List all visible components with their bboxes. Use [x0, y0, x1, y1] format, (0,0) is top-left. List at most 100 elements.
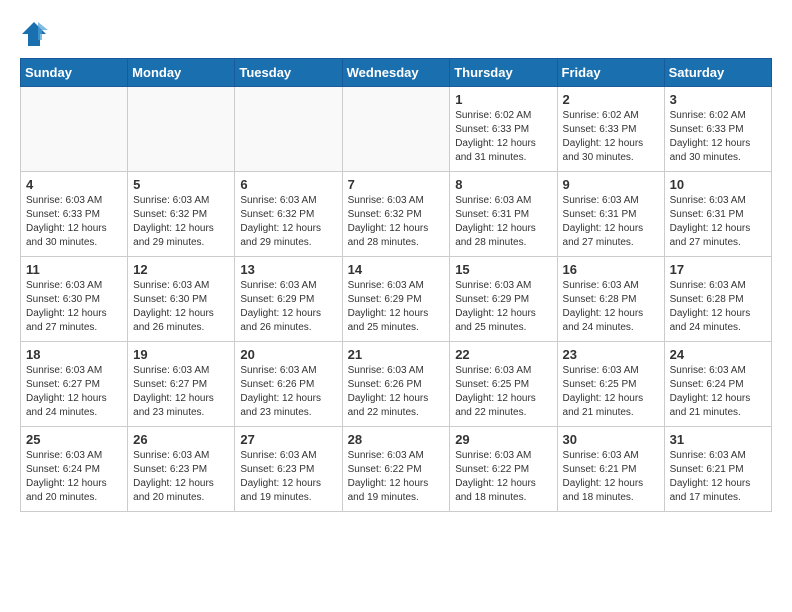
day-number: 17	[670, 262, 766, 277]
day-number: 2	[563, 92, 659, 107]
calendar-week-3: 11 Sunrise: 6:03 AM Sunset: 6:30 PM Dayli…	[21, 257, 772, 342]
calendar-weekday-monday: Monday	[128, 59, 235, 87]
calendar-cell: 23 Sunrise: 6:03 AM Sunset: 6:25 PM Dayli…	[557, 342, 664, 427]
calendar-cell	[128, 87, 235, 172]
day-info: Sunrise: 6:02 AM Sunset: 6:33 PM Dayligh…	[563, 109, 659, 165]
calendar-cell: 8 Sunrise: 6:03 AM Sunset: 6:31 PM Daylig…	[450, 172, 557, 257]
day-info: Sunrise: 6:03 AM Sunset: 6:25 PM Dayligh…	[455, 364, 551, 420]
calendar-cell: 1Sunrise: 6:02 AM Sunset: 6:33 PM Daylig…	[450, 87, 557, 172]
day-number: 19	[133, 347, 229, 362]
day-info: Sunrise: 6:03 AM Sunset: 6:30 PM Dayligh…	[26, 279, 122, 335]
day-number: 11	[26, 262, 122, 277]
day-info: Sunrise: 6:03 AM Sunset: 6:26 PM Dayligh…	[240, 364, 336, 420]
day-number: 22	[455, 347, 551, 362]
day-number: 18	[26, 347, 122, 362]
day-number: 21	[348, 347, 445, 362]
calendar-cell: 3 Sunrise: 6:02 AM Sunset: 6:33 PM Daylig…	[664, 87, 771, 172]
calendar-cell: 27 Sunrise: 6:03 AM Sunset: 6:23 PM Dayli…	[235, 427, 342, 512]
day-info: Sunrise: 6:03 AM Sunset: 6:24 PM Dayligh…	[670, 364, 766, 420]
day-info: Sunrise: 6:03 AM Sunset: 6:29 PM Dayligh…	[348, 279, 445, 335]
calendar-week-1: 1 Sunrise: 6:02 AM Sunset: 6:33 PM Daylig…	[21, 87, 772, 172]
day-number: 13	[240, 262, 336, 277]
calendar-cell: 29Sunrise: 6:03 AM Sunset: 6:22 PM Dayli…	[450, 427, 557, 512]
day-info: Sunrise: 6:03 AM Sunset: 6:28 PM Dayligh…	[563, 279, 659, 335]
calendar-header-row: SundayMondayTuesdayWednesdayThursdayFrid…	[21, 59, 772, 87]
calendar-cell: 16 Sunrise: 6:03 AM Sunset: 6:28 PM Dayli…	[557, 257, 664, 342]
calendar-cell	[21, 87, 128, 172]
day-number: 4	[26, 177, 122, 192]
day-number: 14	[348, 262, 445, 277]
day-info: Sunrise: 6:03 AM Sunset: 6:22 PM Dayligh…	[348, 449, 445, 505]
day-number: 10	[670, 177, 766, 192]
day-info: Sunrise: 6:03 AM Sunset: 6:31 PM Dayligh…	[563, 194, 659, 250]
day-info: Sunrise: 6:03 AM Sunset: 6:30 PM Dayligh…	[133, 279, 229, 335]
calendar-cell: 20 Sunrise: 6:03 AM Sunset: 6:26 PM Dayli…	[235, 342, 342, 427]
calendar-cell: 28 Sunrise: 6:03 AM Sunset: 6:22 PM Dayli…	[342, 427, 450, 512]
calendar-cell: 22 Sunrise: 6:03 AM Sunset: 6:25 PM Dayli…	[450, 342, 557, 427]
day-number: 16	[563, 262, 659, 277]
day-info: Sunrise: 6:03 AM Sunset: 6:22 PM Dayligh…	[455, 449, 551, 505]
calendar-weekday-thursday: Thursday	[450, 59, 557, 87]
day-number: 30	[563, 432, 659, 447]
calendar-cell: 13 Sunrise: 6:03 AM Sunset: 6:29 PM Dayli…	[235, 257, 342, 342]
day-number: 6	[240, 177, 336, 192]
calendar-cell: 26Sunrise: 6:03 AM Sunset: 6:23 PM Dayli…	[128, 427, 235, 512]
day-number: 26	[133, 432, 229, 447]
calendar-weekday-friday: Friday	[557, 59, 664, 87]
day-info: Sunrise: 6:03 AM Sunset: 6:31 PM Dayligh…	[670, 194, 766, 250]
day-number: 23	[563, 347, 659, 362]
day-number: 28	[348, 432, 445, 447]
day-number: 31	[670, 432, 766, 447]
day-info: Sunrise: 6:03 AM Sunset: 6:27 PM Dayligh…	[133, 364, 229, 420]
day-number: 8	[455, 177, 551, 192]
day-number: 5	[133, 177, 229, 192]
day-number: 9	[563, 177, 659, 192]
day-info: Sunrise: 6:03 AM Sunset: 6:29 PM Dayligh…	[240, 279, 336, 335]
calendar-cell: 2 Sunrise: 6:02 AM Sunset: 6:33 PM Daylig…	[557, 87, 664, 172]
calendar-cell: 11 Sunrise: 6:03 AM Sunset: 6:30 PM Dayli…	[21, 257, 128, 342]
day-info: Sunrise: 6:03 AM Sunset: 6:25 PM Dayligh…	[563, 364, 659, 420]
day-info: Sunrise: 6:02 AM Sunset: 6:33 PM Dayligh…	[670, 109, 766, 165]
calendar-cell: 5Sunrise: 6:03 AM Sunset: 6:32 PM Daylig…	[128, 172, 235, 257]
day-info: Sunrise: 6:03 AM Sunset: 6:23 PM Dayligh…	[240, 449, 336, 505]
calendar-cell: 15Sunrise: 6:03 AM Sunset: 6:29 PM Dayli…	[450, 257, 557, 342]
calendar-cell: 7 Sunrise: 6:03 AM Sunset: 6:32 PM Daylig…	[342, 172, 450, 257]
day-info: Sunrise: 6:03 AM Sunset: 6:33 PM Dayligh…	[26, 194, 122, 250]
day-number: 7	[348, 177, 445, 192]
calendar-cell: 24 Sunrise: 6:03 AM Sunset: 6:24 PM Dayli…	[664, 342, 771, 427]
calendar-cell: 4 Sunrise: 6:03 AM Sunset: 6:33 PM Daylig…	[21, 172, 128, 257]
day-info: Sunrise: 6:03 AM Sunset: 6:31 PM Dayligh…	[455, 194, 551, 250]
day-number: 12	[133, 262, 229, 277]
day-info: Sunrise: 6:03 AM Sunset: 6:21 PM Dayligh…	[670, 449, 766, 505]
calendar-cell: 31 Sunrise: 6:03 AM Sunset: 6:21 PM Dayli…	[664, 427, 771, 512]
calendar-cell	[235, 87, 342, 172]
calendar-weekday-sunday: Sunday	[21, 59, 128, 87]
day-info: Sunrise: 6:03 AM Sunset: 6:32 PM Dayligh…	[240, 194, 336, 250]
day-number: 1	[455, 92, 551, 107]
calendar-cell: 17 Sunrise: 6:03 AM Sunset: 6:28 PM Dayli…	[664, 257, 771, 342]
calendar-cell	[342, 87, 450, 172]
day-number: 24	[670, 347, 766, 362]
day-info: Sunrise: 6:03 AM Sunset: 6:32 PM Dayligh…	[348, 194, 445, 250]
day-number: 27	[240, 432, 336, 447]
day-info: Sunrise: 6:03 AM Sunset: 6:29 PM Dayligh…	[455, 279, 551, 335]
calendar-week-2: 4 Sunrise: 6:03 AM Sunset: 6:33 PM Daylig…	[21, 172, 772, 257]
logo-icon	[20, 20, 48, 48]
day-info: Sunrise: 6:03 AM Sunset: 6:26 PM Dayligh…	[348, 364, 445, 420]
day-info: Sunrise: 6:03 AM Sunset: 6:28 PM Dayligh…	[670, 279, 766, 335]
calendar-cell: 9 Sunrise: 6:03 AM Sunset: 6:31 PM Daylig…	[557, 172, 664, 257]
calendar-cell: 10 Sunrise: 6:03 AM Sunset: 6:31 PM Dayli…	[664, 172, 771, 257]
day-info: Sunrise: 6:03 AM Sunset: 6:27 PM Dayligh…	[26, 364, 122, 420]
calendar-weekday-saturday: Saturday	[664, 59, 771, 87]
day-number: 20	[240, 347, 336, 362]
calendar-week-5: 25Sunrise: 6:03 AM Sunset: 6:24 PM Dayli…	[21, 427, 772, 512]
day-number: 3	[670, 92, 766, 107]
day-number: 25	[26, 432, 122, 447]
calendar-cell: 19 Sunrise: 6:03 AM Sunset: 6:27 PM Dayli…	[128, 342, 235, 427]
calendar-cell: 25Sunrise: 6:03 AM Sunset: 6:24 PM Dayli…	[21, 427, 128, 512]
calendar-cell: 6 Sunrise: 6:03 AM Sunset: 6:32 PM Daylig…	[235, 172, 342, 257]
calendar-cell: 12 Sunrise: 6:03 AM Sunset: 6:30 PM Dayli…	[128, 257, 235, 342]
calendar-cell: 14 Sunrise: 6:03 AM Sunset: 6:29 PM Dayli…	[342, 257, 450, 342]
calendar-table: SundayMondayTuesdayWednesdayThursdayFrid…	[20, 58, 772, 512]
logo	[20, 20, 52, 48]
